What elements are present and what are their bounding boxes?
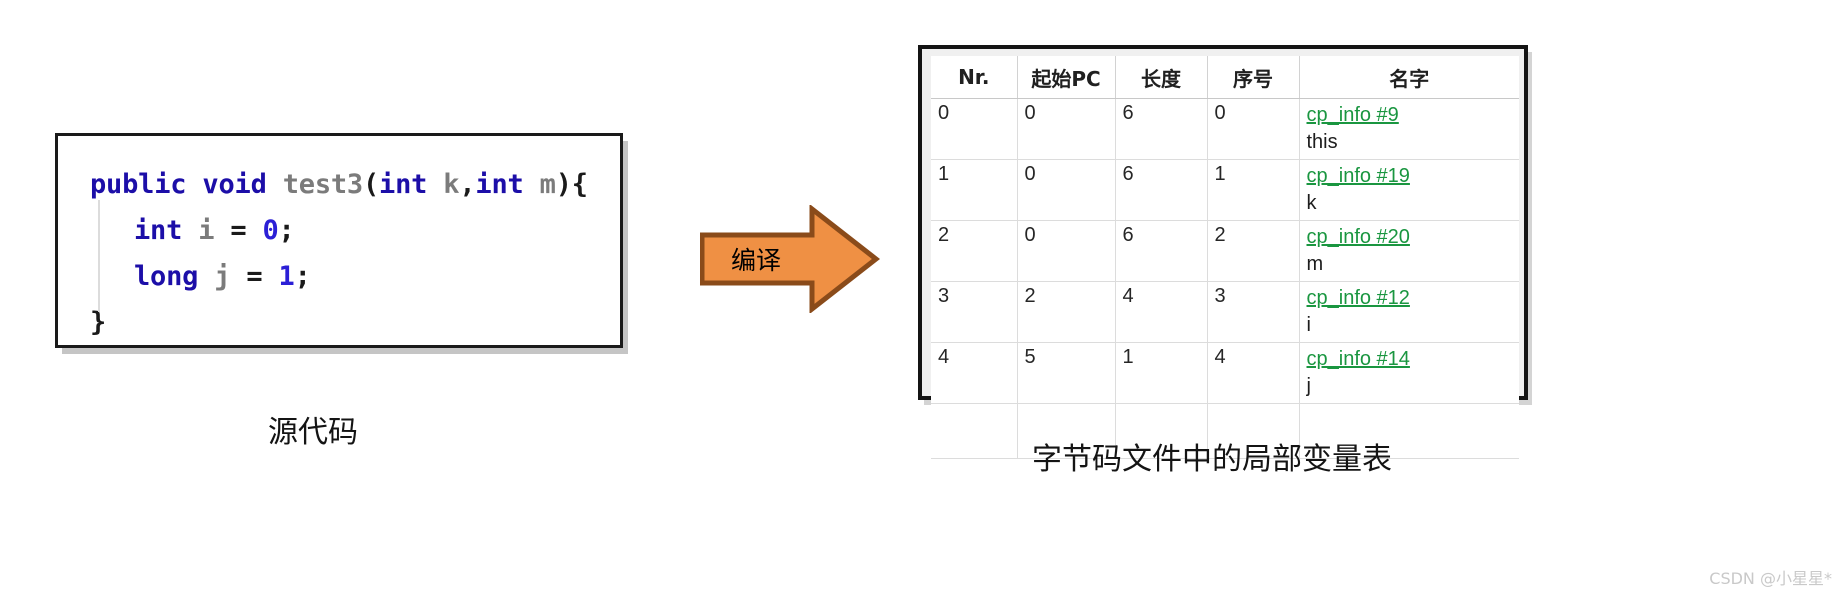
column-header-length[interactable]: 长度 [1115,56,1208,99]
cell-start-pc: 5 [1017,342,1116,404]
code-line: } [90,300,620,346]
cell-length: 6 [1115,220,1208,282]
cell-start-pc: 0 [1017,98,1116,160]
cp-info-link[interactable]: cp_info #20 [1307,224,1520,250]
cell-name: cp_info #14 j [1299,342,1520,404]
cell-nr: 1 [931,159,1018,221]
watermark-text: CSDN @小星星* [1709,569,1832,588]
cell-nr: 0 [931,98,1018,160]
cp-info-link[interactable]: cp_info #19 [1307,163,1520,189]
source-code-caption: 源代码 [268,415,358,450]
code-token: i [198,215,215,246]
code-token: ) [555,169,572,200]
code-token: m [539,169,556,200]
source-code-body: public void test3(int k,int m){int i = 0… [58,136,620,345]
code-token: long [134,261,199,292]
table-row[interactable]: 1 0 6 1 cp_info #19 k [931,159,1520,221]
cell-length: 6 [1115,159,1208,221]
column-header-index[interactable]: 序号 [1207,56,1300,99]
variable-name-text: j [1306,375,1311,397]
code-token: test3 [282,169,363,200]
variable-name-text: m [1306,253,1324,275]
cell-length: 6 [1115,98,1208,160]
table-row[interactable]: 2 0 6 2 cp_info #20 m [931,220,1520,282]
cell-nr: 3 [931,281,1018,343]
variable-name-text: k [1306,192,1317,214]
code-token: int [379,169,428,200]
code-token: int [475,169,524,200]
cell-name: cp_info #9 this [1299,98,1520,160]
code-token: = [230,215,247,246]
cell-name: cp_info #20 m [1299,220,1520,282]
code-token: void [202,169,267,200]
cell-nr: 2 [931,220,1018,282]
indent-guide-line [98,200,100,312]
arrow-right-icon [700,205,880,313]
cp-info-link[interactable]: cp_info #9 [1307,102,1520,128]
code-line: int i = 0; [90,208,620,254]
cp-info-link[interactable]: cp_info #12 [1307,285,1520,311]
cell-index: 4 [1207,342,1300,404]
code-token: = [246,261,263,292]
code-token: ; [294,261,311,292]
table-header: Nr. 起始PC 长度 序号 名字 [931,56,1519,99]
code-line: long j = 1; [90,254,620,300]
local-variable-table-panel: Nr. 起始PC 长度 序号 名字 0 0 6 0 cp_info #9 this 1 0 6 1… [918,45,1528,459]
cell-start-pc: 2 [1017,281,1116,343]
column-header-name[interactable]: 名字 [1299,56,1519,99]
code-token: j [214,261,231,292]
cell-name: cp_info #12 i [1299,281,1520,343]
cell-index: 0 [1207,98,1300,160]
cell-nr: 4 [931,342,1018,404]
table-row[interactable]: 0 0 6 0 cp_info #9 this [931,98,1520,160]
source-code-lines: public void test3(int k,int m){int i = 0… [90,162,620,346]
cell-index: 1 [1207,159,1300,221]
code-token: ( [362,169,380,200]
cell-length: 4 [1115,281,1208,343]
cell-index: 3 [1207,281,1300,343]
table-header-row: Nr. 起始PC 长度 序号 名字 [931,56,1519,99]
code-token: ; [278,215,295,246]
code-token: 1 [278,261,295,292]
code-token: { [571,169,588,200]
bytecode-table-caption: 字节码文件中的局部变量表 [1032,442,1392,477]
source-code-panel: public void test3(int k,int m){int i = 0… [55,133,623,348]
cell-index: 2 [1207,220,1300,282]
compile-arrow: 编译 [700,205,880,313]
table-row[interactable]: 3 2 4 3 cp_info #12 i [931,281,1520,343]
code-token: k [443,169,460,200]
variable-name-text: this [1306,131,1338,153]
column-header-start-pc[interactable]: 起始PC [1017,56,1116,99]
code-token: int [134,215,183,246]
column-header-nr[interactable]: Nr. [931,56,1018,99]
variable-name-text: i [1306,314,1311,336]
cell-name: cp_info #19 k [1299,159,1520,221]
code-token: public [90,169,187,200]
code-token: 0 [262,215,279,246]
local-variable-table: Nr. 起始PC 长度 序号 名字 0 0 6 0 cp_info #9 this 1 0 6 1… [931,56,1519,459]
code-line: public void test3(int k,int m){ [90,162,620,208]
code-token: , [459,169,476,200]
table-body: 0 0 6 0 cp_info #9 this 1 0 6 1 cp_info #19 k 2 0 6 2 cp… [931,98,1520,459]
table-filler-cell [931,403,1018,459]
cell-length: 1 [1115,342,1208,404]
cp-info-link[interactable]: cp_info #14 [1307,346,1520,372]
cell-start-pc: 0 [1017,220,1116,282]
table-row[interactable]: 4 5 1 4 cp_info #14 j [931,342,1520,404]
cell-start-pc: 0 [1017,159,1116,221]
